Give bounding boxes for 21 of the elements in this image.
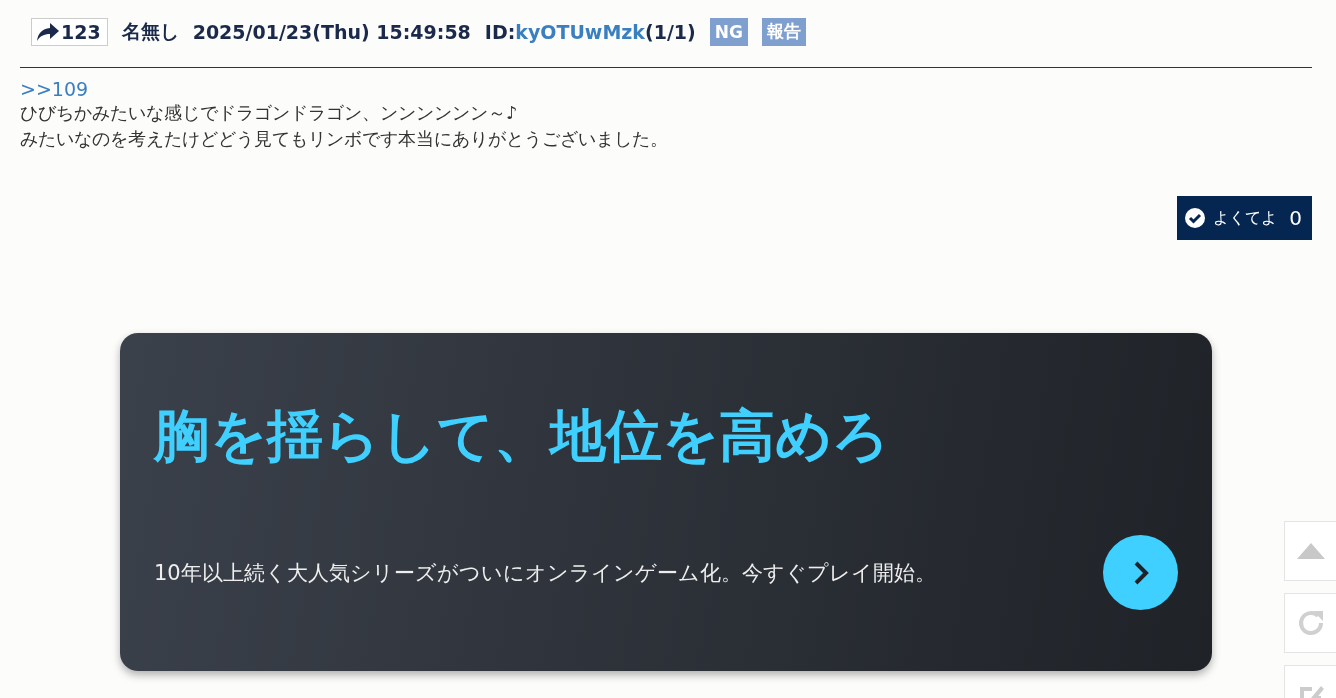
reload-button[interactable]: [1284, 593, 1336, 653]
id-label: ID:: [484, 20, 516, 43]
ng-button[interactable]: NG: [709, 17, 748, 46]
scroll-top-button[interactable]: [1284, 521, 1336, 581]
up-triangle-icon: [1296, 543, 1325, 559]
check-circle-icon: [1185, 208, 1206, 228]
reply-anchor-link[interactable]: >>109: [20, 78, 89, 100]
post-text: ひびちかみたいな感じでドラゴンドラゴン、ンンンンンン～♪: [20, 101, 519, 125]
like-button[interactable]: よくてよ 0: [1177, 196, 1312, 240]
chevron-right-icon: [1132, 559, 1149, 586]
ad-headline: 胸を揺らして、地位を高めろ: [154, 402, 890, 470]
post-text: みたいなのを考えたけどどう見てもリンボです本当にありがとうございました。: [20, 127, 669, 151]
report-button[interactable]: 報告: [761, 17, 806, 46]
share-arrow-icon: [37, 22, 59, 41]
ad-banner[interactable]: 胸を揺らして、地位を高めろ 10年以上続く大人気シリーズがついにオンラインゲーム化。今すぐプレイ開始。: [120, 333, 1212, 671]
post-date: 2025/01/23(Thu) 15:49:58: [192, 20, 471, 43]
reply-number-button[interactable]: 123: [31, 17, 108, 46]
id-count: (1/1): [645, 20, 696, 43]
ad-text: 10年以上続く大人気シリーズがついにオンラインゲーム化。今すぐプレイ開始。: [154, 559, 936, 587]
poster-name: 名無し: [121, 18, 179, 44]
poster-id-link[interactable]: kyOTUwMzk: [515, 20, 645, 43]
